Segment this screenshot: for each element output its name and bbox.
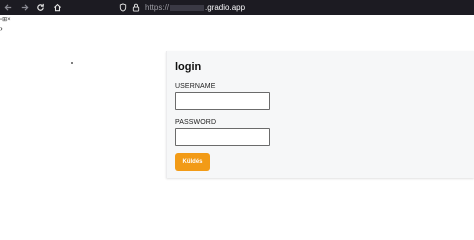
username-field[interactable] bbox=[175, 92, 270, 110]
url-domain: .gradio.app bbox=[205, 3, 246, 12]
url-protocol: https:// bbox=[145, 3, 170, 12]
username-label: USERNAME bbox=[175, 83, 216, 90]
submit-button[interactable]: Küldés bbox=[175, 153, 210, 171]
home-icon[interactable] bbox=[52, 0, 63, 15]
arrow-right-icon[interactable] bbox=[19, 0, 30, 15]
redacted-subdomain bbox=[170, 4, 205, 11]
lock-icon[interactable] bbox=[131, 0, 141, 15]
browser-toolbar: https:// .gradio.app bbox=[0, 0, 474, 15]
address-bar[interactable]: https:// .gradio.app bbox=[145, 0, 245, 15]
password-field[interactable] bbox=[175, 128, 270, 146]
login-card bbox=[166, 51, 474, 178]
page-top-controls[interactable]: ▫⊞× bbox=[0, 16, 11, 24]
password-label: PASSWORD bbox=[175, 119, 217, 126]
reload-icon[interactable] bbox=[35, 0, 46, 15]
stray-dot bbox=[71, 62, 73, 64]
arrow-left-icon[interactable] bbox=[3, 0, 14, 15]
page-title: login bbox=[175, 61, 202, 73]
expand-caret-icon[interactable]: › bbox=[0, 24, 3, 34]
shield-icon[interactable] bbox=[118, 0, 128, 15]
